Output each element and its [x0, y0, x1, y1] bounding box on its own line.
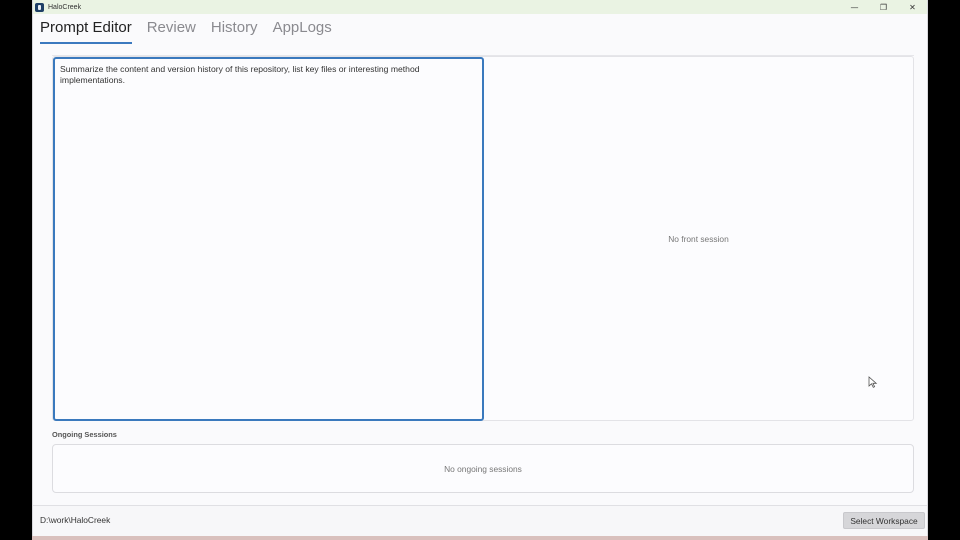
tab-prompt-editor[interactable]: Prompt Editor [40, 19, 132, 44]
ongoing-sessions-empty: No ongoing sessions [444, 463, 522, 474]
prompt-input[interactable]: Summarize the content and version histor… [53, 57, 484, 421]
app-window: HaloCreek — ❐ ✕ Prompt Editor Review His… [32, 0, 928, 536]
close-icon[interactable]: ✕ [898, 0, 927, 14]
tab-review[interactable]: Review [147, 19, 196, 44]
tab-bar: Prompt Editor Review History AppLogs [40, 19, 347, 44]
window-title: HaloCreek [48, 3, 82, 11]
taskbar-strip [32, 536, 928, 540]
minimize-icon[interactable]: — [840, 0, 869, 14]
status-footer: D:\work\HaloCreek Select Workspace [33, 505, 927, 536]
ongoing-sessions-list: No ongoing sessions [52, 444, 914, 493]
ongoing-sessions-label: Ongoing Sessions [52, 430, 117, 439]
app-logo-icon [35, 2, 44, 12]
tab-history[interactable]: History [211, 19, 258, 44]
front-session-pane: No front session [484, 57, 913, 420]
workspace-path: D:\work\HaloCreek [40, 515, 111, 525]
select-workspace-button[interactable]: Select Workspace [843, 512, 925, 529]
window-controls: — ❐ ✕ [840, 0, 927, 14]
tab-applogs[interactable]: AppLogs [273, 19, 332, 44]
editor-panel: Summarize the content and version histor… [52, 56, 914, 421]
title-bar: HaloCreek — ❐ ✕ [33, 0, 927, 14]
mouse-cursor-icon [868, 376, 878, 388]
front-session-status: No front session [668, 233, 729, 244]
restore-icon[interactable]: ❐ [869, 0, 898, 14]
